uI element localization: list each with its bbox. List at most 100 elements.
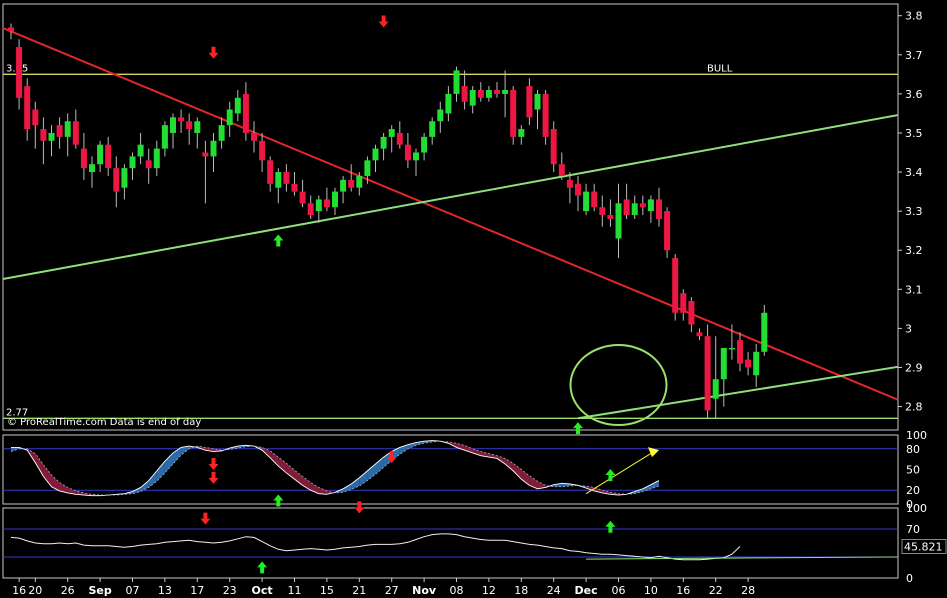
date-tick-label: 15 xyxy=(320,584,334,597)
stochastic-y-tick-label: 20 xyxy=(906,484,920,497)
rsi-y-tick-label: 100 xyxy=(906,502,927,515)
stochastic-fill xyxy=(164,452,173,473)
candle-body xyxy=(283,172,290,184)
rsi-panel: 1007050045.821 xyxy=(2,501,947,585)
candle-body xyxy=(688,301,695,325)
date-tick-label: Nov xyxy=(412,584,437,597)
price-y-tick-label: 2.9 xyxy=(905,361,923,374)
stochastic-fill xyxy=(513,463,522,480)
candle-body xyxy=(720,347,727,380)
candle-body xyxy=(737,340,743,364)
rsi-frame xyxy=(2,507,899,579)
candle-body xyxy=(728,347,735,350)
candle-body xyxy=(48,132,55,141)
candle-body xyxy=(97,144,104,165)
candle-body xyxy=(332,191,338,208)
buy-arrow-icon xyxy=(273,234,284,247)
candle-body xyxy=(607,215,614,219)
rsi-y-tick-label: 0 xyxy=(906,572,913,585)
candle-body xyxy=(153,148,160,169)
stochastic-fill xyxy=(278,457,287,473)
date-tick-label: 21 xyxy=(352,584,366,597)
candle-body xyxy=(348,179,355,188)
price-y-tick-label: 3.2 xyxy=(905,244,923,257)
candle-body xyxy=(404,144,411,161)
stochastic-fill xyxy=(351,477,360,490)
candle-body xyxy=(680,293,687,313)
candle-body xyxy=(453,70,460,94)
candle-body xyxy=(558,164,565,176)
candle-body xyxy=(631,203,638,216)
candle-body xyxy=(575,183,581,196)
sell-arrow-icon xyxy=(200,512,211,525)
price-y-tick-label: 3.8 xyxy=(905,10,923,23)
candle-body xyxy=(656,199,662,219)
candle-body xyxy=(259,140,266,161)
candle-body xyxy=(388,129,395,137)
highlight-circle xyxy=(569,344,668,427)
price-y-tick-label: 3.4 xyxy=(905,166,923,179)
candle-body xyxy=(89,164,95,173)
date-tick-label: 06 xyxy=(612,584,626,597)
candle-body xyxy=(526,86,533,118)
price-panel-frame xyxy=(2,3,899,431)
date-tick-label: 17 xyxy=(190,584,204,597)
candle-body xyxy=(372,148,379,161)
candle-body xyxy=(494,89,500,94)
date-tick-label: 27 xyxy=(385,584,399,597)
candle-body xyxy=(712,379,719,399)
candle-body xyxy=(461,86,468,102)
candle-body xyxy=(413,152,419,161)
price-y-tick-label: 3.3 xyxy=(905,205,923,218)
date-tick-label: 07 xyxy=(126,584,140,597)
candle-body xyxy=(234,97,241,114)
candle-body xyxy=(591,191,598,208)
date-tick-label: 11 xyxy=(288,584,302,597)
date-tick-label: 16 xyxy=(12,584,26,597)
candle-body xyxy=(518,129,525,137)
candle-body xyxy=(396,132,403,145)
candle-body xyxy=(218,125,225,141)
candle-body xyxy=(761,312,768,352)
candle-body xyxy=(469,89,476,106)
price-panel: 3.83.73.63.53.43.33.23.132.92.83.65BULL2… xyxy=(2,3,923,435)
stochastic-fill xyxy=(43,464,52,487)
date-tick-label: 12 xyxy=(482,584,496,597)
candle-body xyxy=(502,89,509,94)
date-tick-label: Sep xyxy=(88,584,111,597)
candle-body xyxy=(647,199,654,212)
candle-body xyxy=(615,203,622,239)
date-tick-label: 24 xyxy=(547,584,561,597)
rsi-line xyxy=(10,533,741,561)
level-name-label: BULL xyxy=(707,63,733,74)
candle-body xyxy=(137,144,144,157)
stochastic-fill xyxy=(156,461,165,482)
candle-body xyxy=(8,27,14,32)
candle-body xyxy=(80,148,87,169)
stochastic-fill xyxy=(286,463,295,480)
candle-body xyxy=(696,332,703,337)
candle-body xyxy=(510,89,517,137)
candle-body xyxy=(186,121,193,130)
trendline-green-support-lower xyxy=(577,365,899,420)
date-tick-label: 10 xyxy=(644,584,658,597)
candle-body xyxy=(226,109,233,126)
candle-body xyxy=(251,132,257,141)
candle-body xyxy=(356,175,363,188)
stochastic-y-tick-label: 80 xyxy=(906,443,920,456)
candle-body xyxy=(445,93,452,114)
sell-arrow-icon xyxy=(208,46,219,59)
candle-body xyxy=(113,168,120,192)
watermark-text: © ProRealTime.com Data is end of day xyxy=(7,417,201,428)
candle-body xyxy=(275,172,282,188)
price-y-tick-label: 3.1 xyxy=(905,283,923,296)
candle-body xyxy=(599,207,606,216)
candle-body xyxy=(210,140,217,157)
date-axis: 16 20 26 Sep 07 13 17 23 Oct 11 15 21 27 Nov 08 12 18 24 D… xyxy=(12,578,755,597)
candle-body xyxy=(639,203,646,208)
price-y-tick-label: 3.7 xyxy=(905,49,923,62)
candle-body xyxy=(267,160,274,184)
candle-body xyxy=(56,125,63,137)
buy-arrow-icon xyxy=(605,468,616,481)
date-tick-label: 23 xyxy=(223,584,237,597)
